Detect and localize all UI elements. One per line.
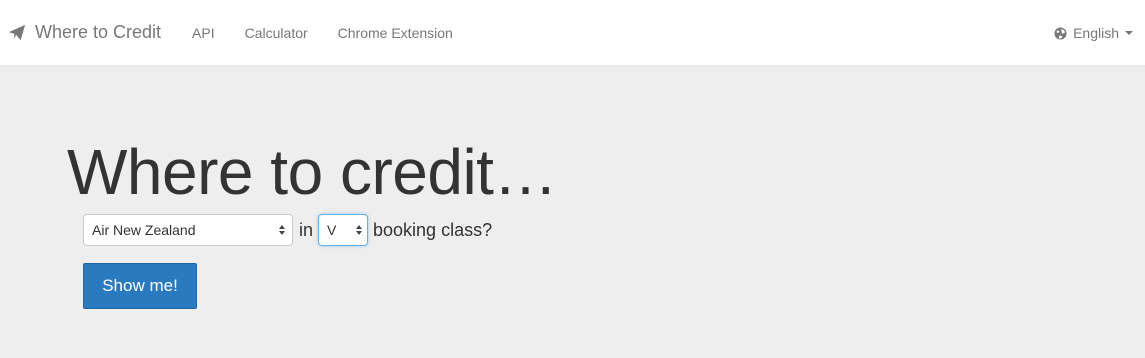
page-title: Where to credit… bbox=[67, 136, 557, 208]
nav-link-api[interactable]: API bbox=[177, 25, 230, 41]
globe-icon bbox=[1054, 26, 1067, 40]
select-arrows-icon bbox=[356, 225, 363, 235]
language-label: English bbox=[1073, 25, 1119, 41]
language-dropdown[interactable]: English bbox=[1054, 0, 1133, 66]
navbar: Where to Credit API Calculator Chrome Ex… bbox=[0, 0, 1145, 66]
booking-class-select[interactable]: V bbox=[318, 214, 369, 246]
search-form: Air New Zealand in V booking class? bbox=[83, 214, 492, 246]
in-label: in bbox=[299, 219, 314, 240]
select-arrows-icon bbox=[279, 225, 285, 235]
booking-class-label: booking class? bbox=[373, 219, 493, 240]
show-me-button[interactable]: Show me! bbox=[83, 263, 197, 309]
airline-select-value: Air New Zealand bbox=[92, 222, 196, 238]
nav-links: API Calculator Chrome Extension bbox=[177, 25, 468, 41]
nav-link-calculator[interactable]: Calculator bbox=[230, 25, 323, 41]
jumbotron: Where to credit… Air New Zealand in V bo… bbox=[0, 66, 1145, 357]
nav-link-chrome-extension[interactable]: Chrome Extension bbox=[323, 25, 468, 41]
brand-link[interactable]: Where to Credit bbox=[8, 22, 161, 43]
caret-down-icon bbox=[1125, 31, 1133, 35]
booking-class-value: V bbox=[327, 222, 337, 238]
paper-plane-icon bbox=[8, 24, 26, 40]
airline-select[interactable]: Air New Zealand bbox=[83, 214, 293, 246]
brand-name: Where to Credit bbox=[35, 22, 162, 42]
